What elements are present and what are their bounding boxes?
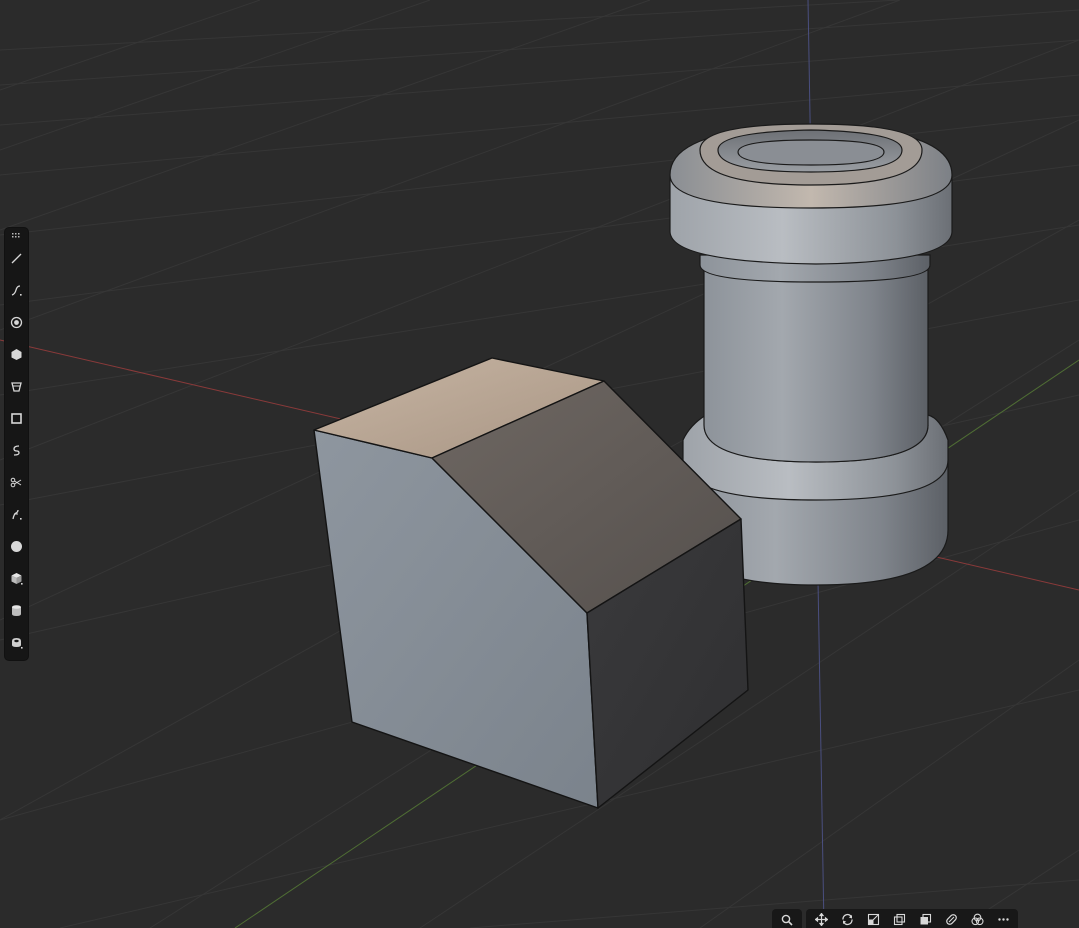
cut-tool-icon [10, 477, 22, 488]
shading-icon [970, 913, 984, 926]
scale-button[interactable] [860, 909, 886, 928]
add-circle-tool[interactable] [7, 313, 26, 332]
add-polygon-tool[interactable] [7, 345, 26, 364]
search-button[interactable] [774, 909, 800, 928]
shading-button[interactable] [964, 909, 990, 928]
add-box-tool[interactable] [7, 409, 26, 428]
add-spiral-tool-icon [13, 445, 20, 456]
modifier-button[interactable] [938, 909, 964, 928]
more-button[interactable] [990, 909, 1016, 928]
add-circle-tool-icon [10, 316, 23, 329]
duplicate-icon [893, 913, 905, 926]
add-cone-tool[interactable] [7, 377, 26, 396]
more-icon [997, 918, 1009, 921]
rotate-button[interactable] [834, 909, 860, 928]
duplicate-button[interactable] [886, 909, 912, 928]
scene-canvas[interactable] [0, 0, 1079, 928]
add-spiral-tool[interactable] [7, 441, 26, 460]
add-sphere-tool[interactable] [7, 537, 26, 556]
tool-shelf [5, 228, 28, 660]
rotate-icon [841, 913, 853, 926]
add-torus-tool[interactable] [7, 633, 26, 652]
freehand-curve-tool-icon [12, 509, 22, 520]
freehand-curve-tool[interactable] [7, 505, 26, 524]
add-cylinder-tool-icon [12, 605, 21, 616]
transform-group [806, 909, 1018, 928]
draw-curve-tool-icon [11, 285, 22, 296]
search-group [772, 909, 802, 928]
boolean-button[interactable] [912, 909, 938, 928]
add-cube-tool-icon [11, 573, 23, 585]
search-icon [781, 914, 793, 926]
add-box-tool-icon [11, 413, 22, 424]
add-cylinder-tool[interactable] [7, 601, 26, 620]
draw-line-tool[interactable] [7, 249, 26, 268]
draw-curve-tool[interactable] [7, 281, 26, 300]
grip-handle-icon[interactable] [5, 228, 28, 242]
add-cone-tool-icon [11, 382, 22, 392]
move-icon [814, 913, 828, 926]
cut-tool[interactable] [7, 473, 26, 492]
add-torus-tool-icon [12, 638, 23, 649]
add-cube-tool[interactable] [7, 569, 26, 588]
stepped-block-mesh [313, 357, 749, 809]
bottom-toolbar [772, 909, 1018, 928]
add-sphere-tool-icon [11, 541, 22, 552]
draw-line-tool-icon [11, 253, 22, 264]
modifier-icon [945, 914, 957, 925]
3d-viewport[interactable] [0, 0, 1079, 928]
scale-icon [867, 913, 879, 926]
move-button[interactable] [808, 909, 834, 928]
boolean-icon [920, 913, 931, 925]
add-polygon-tool-icon [11, 349, 22, 360]
